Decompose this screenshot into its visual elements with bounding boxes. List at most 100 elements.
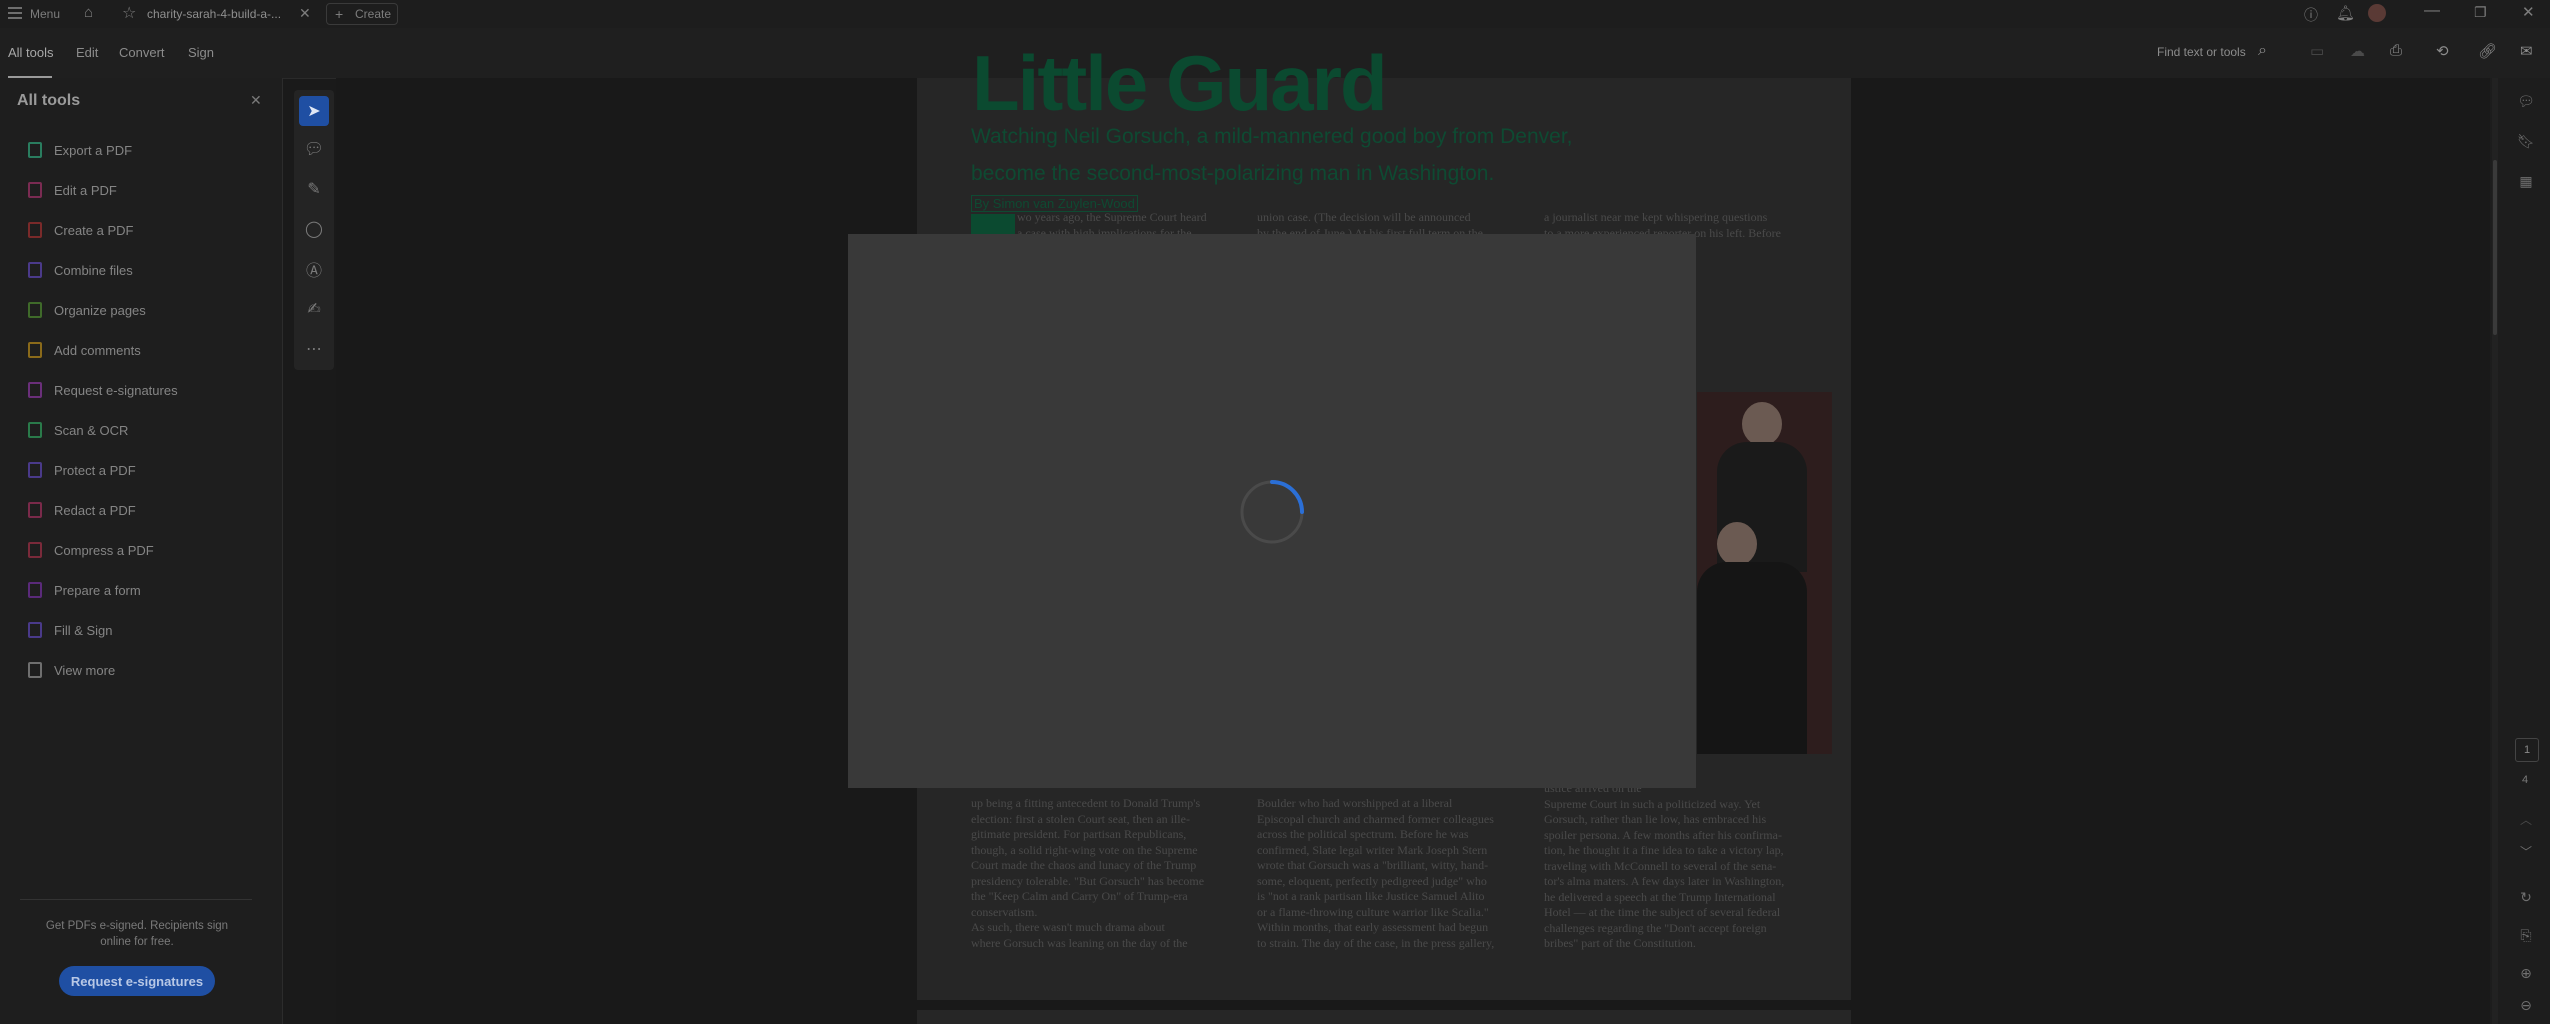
- scrollbar-thumb[interactable]: [2493, 160, 2497, 335]
- tool-prepare-a-form[interactable]: Prepare a form: [28, 578, 141, 602]
- tool-icon: [28, 422, 42, 438]
- tab-all-tools[interactable]: All tools: [8, 45, 54, 60]
- tool-label: Add comments: [54, 342, 141, 358]
- bookmark-icon[interactable]: 🔖︎: [2517, 132, 2535, 150]
- text-line: he delivered a speech at the Trump Inter…: [1544, 889, 1776, 904]
- close-window-icon[interactable]: ✕: [2522, 3, 2535, 21]
- text-line: gitimate president. For partisan Republi…: [971, 827, 1187, 841]
- document-tab[interactable]: charity-sarah-4-build-a-...: [147, 7, 281, 21]
- sign-icon[interactable]: ✍︎: [299, 294, 329, 324]
- text-line: Supreme Court in such a politicized way.…: [1544, 796, 1761, 811]
- text-line: up being a fitting antecedent to Donald …: [971, 796, 1201, 810]
- print-icon[interactable]: ⎙: [2390, 42, 2402, 59]
- tab-sign[interactable]: Sign: [188, 45, 214, 60]
- highlight-pen-icon[interactable]: ✎: [299, 174, 329, 204]
- comment-panel-icon[interactable]: 💬︎: [2517, 92, 2535, 110]
- tool-redact-a-pdf[interactable]: Redact a PDF: [28, 498, 136, 522]
- tool-compress-a-pdf[interactable]: Compress a PDF: [28, 538, 154, 562]
- loading-spinner-icon: [1240, 480, 1304, 544]
- zoom-in-icon[interactable]: ⊕: [2517, 964, 2535, 982]
- tab-edit[interactable]: Edit: [76, 45, 98, 60]
- lasso-draw-icon[interactable]: ◯: [299, 214, 329, 244]
- star-icon[interactable]: ☆: [122, 3, 136, 23]
- find-text-or-tools[interactable]: Find text or tools: [2157, 45, 2246, 59]
- text-line: spoiler persona. A few months after his …: [1544, 827, 1782, 842]
- close-tab-icon[interactable]: ✕: [299, 5, 311, 22]
- tool-edit-a-pdf[interactable]: Edit a PDF: [28, 178, 117, 202]
- page-down-icon[interactable]: ﹀: [2517, 842, 2535, 860]
- text-line: presidency tolerable. "But Gorsuch" has …: [971, 873, 1205, 888]
- column-3-bottom: ustice arrived on the Supreme Court in su…: [1544, 781, 1824, 952]
- tool-request-e-signatures[interactable]: Request e-signatures: [28, 378, 178, 402]
- rotate-icon[interactable]: ↻: [2517, 888, 2535, 906]
- tool-fill-sign[interactable]: Fill & Sign: [28, 618, 113, 642]
- thumbnails-icon[interactable]: ▦: [2517, 172, 2535, 190]
- tool-icon: [28, 542, 42, 558]
- tool-icon: [28, 222, 42, 238]
- tool-label: Request e-signatures: [54, 382, 178, 398]
- link-icon[interactable]: 🔗︎: [2478, 42, 2497, 60]
- help-icon[interactable]: ⓘ: [2304, 5, 2318, 25]
- text-line: to strain. The day of the case, in the p…: [1257, 935, 1495, 950]
- hamburger-icon[interactable]: [8, 7, 22, 19]
- pdf-page-2[interactable]: [917, 1010, 1851, 1024]
- zoom-out-icon[interactable]: ⊖: [2517, 996, 2535, 1014]
- plus-icon: +: [335, 6, 344, 22]
- text-line: union case. (The decision will be announ…: [1257, 210, 1471, 224]
- right-rail: [2490, 78, 2550, 1024]
- menu-button[interactable]: Menu: [30, 7, 60, 21]
- tool-label: Protect a PDF: [54, 462, 136, 478]
- tool-icon: [28, 182, 42, 198]
- tool-protect-a-pdf[interactable]: Protect a PDF: [28, 458, 136, 482]
- tool-label: Export a PDF: [54, 142, 133, 158]
- close-panel-icon[interactable]: ✕: [250, 92, 262, 109]
- tool-organize-pages[interactable]: Organize pages: [28, 298, 146, 322]
- text-line: tion, he thought it a fine idea to take …: [1544, 843, 1784, 857]
- total-pages: 4: [2522, 774, 2529, 786]
- tool-label: Fill & Sign: [54, 622, 113, 638]
- loading-dialog: [848, 234, 1696, 788]
- tool-view-more[interactable]: View more: [28, 658, 115, 682]
- text-box-icon[interactable]: Ⓐ: [299, 254, 329, 284]
- tool-scan-ocr[interactable]: Scan & OCR: [28, 418, 128, 442]
- divider: [20, 899, 252, 900]
- tab-convert[interactable]: Convert: [119, 45, 165, 60]
- more-tools-icon[interactable]: ⋯: [299, 334, 329, 364]
- text-line: conservatism.: [971, 904, 1038, 919]
- text-line: wrote that Gorsuch was a "brilliant, wit…: [1257, 858, 1489, 872]
- upload-icon[interactable]: ☁: [2350, 42, 2365, 60]
- restore-icon[interactable]: ❐: [2474, 4, 2487, 21]
- tool-label: View more: [54, 662, 116, 678]
- tool-icon: [28, 342, 42, 358]
- mail-icon[interactable]: ✉: [2520, 42, 2533, 60]
- text-line: across the political spectrum. Before he…: [1257, 827, 1469, 841]
- create-label: Create: [355, 7, 392, 21]
- text-line: where Gorsuch was leaning on the day of …: [971, 935, 1188, 950]
- tool-icon: [28, 262, 42, 278]
- minimize-icon[interactable]: —: [2424, 2, 2440, 20]
- tool-add-comments[interactable]: Add comments: [28, 338, 141, 362]
- save-icon[interactable]: ▭: [2310, 42, 2324, 60]
- text-line: confirmed, Slate legal writer Mark Josep…: [1257, 842, 1488, 857]
- bell-icon[interactable]: 🔔︎: [2336, 4, 2355, 22]
- page-up-icon[interactable]: ︿: [2517, 810, 2535, 828]
- current-page-field[interactable]: 1: [2515, 738, 2539, 762]
- avatar[interactable]: [2368, 4, 2386, 22]
- tool-create-a-pdf[interactable]: Create a PDF: [28, 218, 133, 242]
- comment-icon[interactable]: 💬︎: [299, 134, 329, 164]
- column-2-bottom: Boulder who had worshipped at a liberal E…: [1257, 796, 1527, 951]
- select-cursor-icon[interactable]: ➤: [299, 96, 329, 126]
- text-line: bribes" part of the Constitution.: [1544, 936, 1696, 950]
- tool-icon: [28, 662, 42, 678]
- tool-export-a-pdf[interactable]: Export a PDF: [28, 138, 132, 162]
- page-fit-icon[interactable]: ⎘: [2517, 926, 2535, 944]
- tool-icon: [28, 142, 42, 158]
- create-button[interactable]: + Create: [326, 3, 398, 25]
- tool-combine-files[interactable]: Combine files: [28, 258, 133, 282]
- home-icon[interactable]: ⌂: [84, 4, 93, 21]
- request-esignatures-button[interactable]: Request e-signatures: [59, 966, 215, 996]
- share-icon[interactable]: ⟲: [2436, 42, 2449, 60]
- quick-tools-strip: ➤ 💬︎ ✎ ◯ Ⓐ ✍︎ ⋯: [294, 90, 334, 370]
- search-icon[interactable]: ⌕: [2258, 42, 2267, 60]
- tool-label: Compress a PDF: [54, 542, 154, 558]
